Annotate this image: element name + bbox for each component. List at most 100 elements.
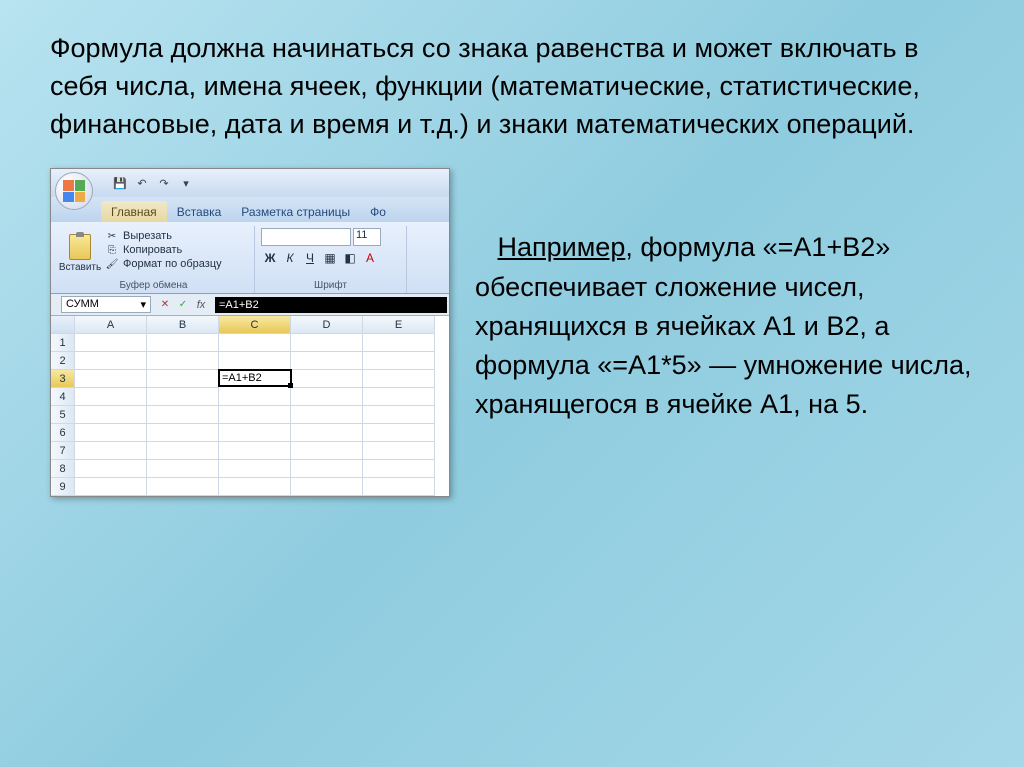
cell[interactable] [291,388,363,406]
enter-icon[interactable]: ✓ [175,297,191,313]
col-header-e[interactable]: E [363,316,435,334]
cell[interactable] [75,478,147,496]
cell[interactable] [363,460,435,478]
cell[interactable] [219,352,291,370]
cell[interactable] [75,442,147,460]
cell[interactable] [147,424,219,442]
cell[interactable] [291,370,363,388]
cell[interactable] [291,334,363,352]
cell[interactable] [147,406,219,424]
cell[interactable] [147,442,219,460]
col-header-a[interactable]: A [75,316,147,334]
quick-access-toolbar: 💾 ↶ ↷ ▾ [111,174,195,192]
row-header-9[interactable]: 9 [51,478,75,496]
cell[interactable] [363,334,435,352]
cell[interactable] [75,406,147,424]
titlebar: 💾 ↶ ↷ ▾ [51,169,449,197]
save-icon[interactable]: 💾 [111,174,129,192]
cell[interactable] [363,352,435,370]
paste-icon [69,234,91,260]
undo-icon[interactable]: ↶ [133,174,151,192]
cell[interactable] [75,370,147,388]
brush-icon: 🖌 [105,258,119,270]
cut-button[interactable]: ✂Вырезать [105,230,222,242]
redo-icon[interactable]: ↷ [155,174,173,192]
cell[interactable] [363,370,435,388]
cell[interactable] [147,478,219,496]
cell[interactable] [363,478,435,496]
row-header-6[interactable]: 6 [51,424,75,442]
cell[interactable] [219,334,291,352]
cell[interactable] [147,352,219,370]
example-lead: Например [498,232,626,262]
cell[interactable] [291,406,363,424]
cell-c3[interactable]: =A1+B2 [218,369,292,387]
name-box-dropdown-icon[interactable]: ▾ [140,298,146,311]
bold-button[interactable]: Ж [261,249,279,267]
clipboard-group-label: Буфер обмена [59,278,248,291]
paste-label: Вставить [59,262,101,273]
fill-color-button[interactable]: ◧ [341,249,359,267]
cell[interactable] [219,442,291,460]
copy-icon: ⎘ [105,244,119,256]
cell[interactable] [75,460,147,478]
cell[interactable] [363,388,435,406]
format-painter-button[interactable]: 🖌Формат по образцу [105,258,222,270]
example-paragraph: Например, формула «=A1+B2» обеспечивает … [475,168,974,424]
cell[interactable] [363,442,435,460]
cell[interactable] [75,334,147,352]
cell[interactable] [219,424,291,442]
spreadsheet-grid: A B C D E 1 2 3 =A1+B2 4 5 6 7 8 9 [51,316,449,496]
italic-button[interactable]: К [281,249,299,267]
font-size-select[interactable]: 11 [353,228,381,246]
cell[interactable] [219,388,291,406]
ribbon: Вставить ✂Вырезать ⎘Копировать 🖌Формат п… [51,222,449,294]
tab-home[interactable]: Главная [101,201,167,222]
col-header-b[interactable]: B [147,316,219,334]
col-header-c[interactable]: C [219,316,291,334]
qat-dropdown-icon[interactable]: ▾ [177,174,195,192]
font-group: 11 Ж К Ч ▦ ◧ A Шрифт [257,226,407,293]
name-box[interactable]: СУММ▾ [61,296,151,313]
paste-button[interactable]: Вставить [59,228,101,278]
cell[interactable] [147,460,219,478]
cell[interactable] [219,478,291,496]
fx-icon[interactable]: fx [193,297,209,313]
cell[interactable] [75,424,147,442]
cell[interactable] [219,460,291,478]
select-all-corner[interactable] [51,316,75,334]
cell[interactable] [75,352,147,370]
cell[interactable] [291,460,363,478]
row-header-8[interactable]: 8 [51,460,75,478]
row-header-7[interactable]: 7 [51,442,75,460]
row-header-3[interactable]: 3 [51,370,75,388]
font-color-button[interactable]: A [361,249,379,267]
border-button[interactable]: ▦ [321,249,339,267]
underline-button[interactable]: Ч [301,249,319,267]
cell[interactable] [291,442,363,460]
row-header-4[interactable]: 4 [51,388,75,406]
col-header-d[interactable]: D [291,316,363,334]
tab-insert[interactable]: Вставка [167,201,232,222]
cell[interactable] [291,424,363,442]
row-header-5[interactable]: 5 [51,406,75,424]
cell[interactable] [291,478,363,496]
cell[interactable] [219,406,291,424]
row-header-2[interactable]: 2 [51,352,75,370]
cell[interactable] [363,424,435,442]
ribbon-tabs: Главная Вставка Разметка страницы Фо [51,197,449,222]
copy-button[interactable]: ⎘Копировать [105,244,222,256]
cell[interactable] [147,334,219,352]
tab-formulas[interactable]: Фо [360,201,396,222]
tab-page-layout[interactable]: Разметка страницы [231,201,360,222]
cell[interactable] [147,388,219,406]
font-group-label: Шрифт [261,278,400,291]
formula-input[interactable]: =A1+B2 [215,297,447,313]
cancel-icon[interactable]: ✕ [157,297,173,313]
cell[interactable] [75,388,147,406]
cell[interactable] [363,406,435,424]
font-name-select[interactable] [261,228,351,246]
cell[interactable] [147,370,219,388]
cell[interactable] [291,352,363,370]
row-header-1[interactable]: 1 [51,334,75,352]
